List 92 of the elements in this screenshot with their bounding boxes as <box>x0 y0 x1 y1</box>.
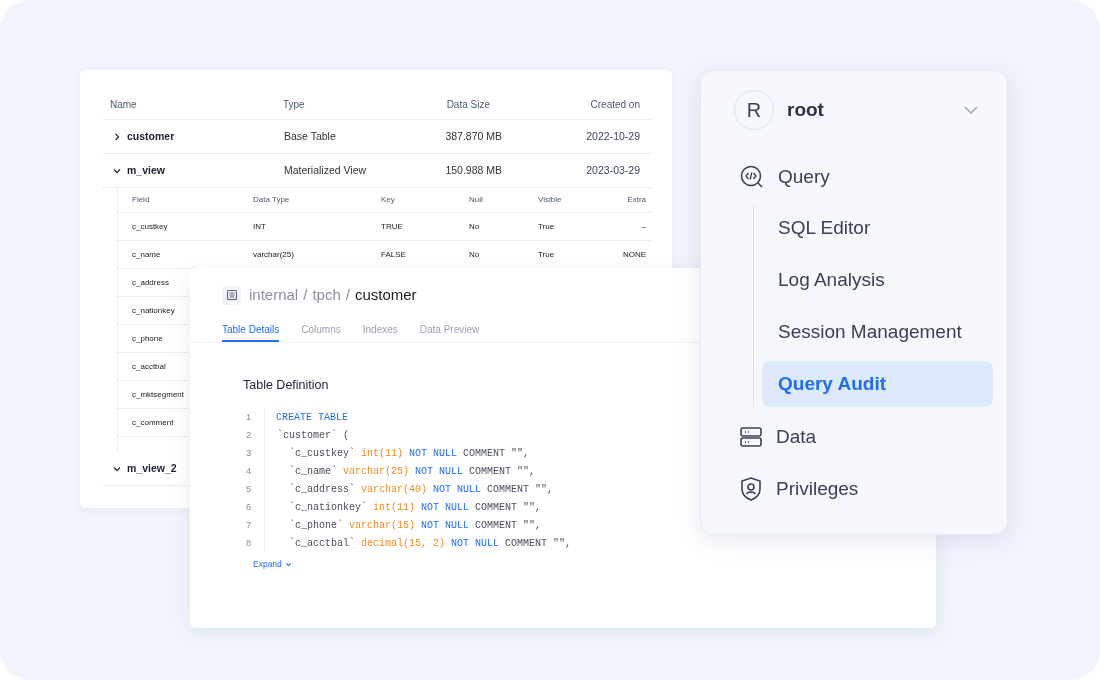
table-cell: INT <box>253 220 266 233</box>
table-cell: c_custkey <box>132 220 168 233</box>
column-header: Data Type <box>253 194 291 206</box>
code-token: int(11) <box>373 500 416 515</box>
line-number: 6 <box>245 499 253 514</box>
line-number: 3 <box>245 445 253 460</box>
column-header: Data Size <box>446 98 491 112</box>
column-header: Extra <box>627 194 647 206</box>
code-token: `c_phone` <box>289 518 343 533</box>
code-token: COMMENT "", <box>475 518 542 533</box>
table-cell-text: – <box>641 220 647 233</box>
code-token: `customer` ( <box>277 428 349 443</box>
table-cell: No <box>469 248 480 261</box>
table-name[interactable]: customer <box>127 128 175 145</box>
table-cell: TRUE <box>381 220 403 233</box>
table-cell: No <box>469 220 480 233</box>
code-token: varchar(15) <box>349 518 416 533</box>
code-token: NOT NULL <box>421 500 470 515</box>
column-header: Created on <box>590 98 641 112</box>
column-header: Field <box>132 194 151 206</box>
document-icon <box>222 285 241 305</box>
code-token: NOT NULL <box>421 518 470 533</box>
column-header: Name <box>109 98 137 112</box>
table-cell: c_comment <box>132 416 174 429</box>
line-number: 4 <box>245 463 253 478</box>
code-search-icon <box>739 164 765 190</box>
nav-item[interactable]: Data <box>715 411 993 463</box>
nav-item[interactable]: Privileges <box>715 463 993 515</box>
expand-link[interactable]: Expand <box>253 558 292 571</box>
code-token: `c_acctbal` <box>289 536 355 551</box>
table-name[interactable]: m_view_2 <box>127 460 177 477</box>
code-token: NOT NULL <box>415 464 464 479</box>
code-token: varchar(25) <box>343 464 410 479</box>
nav-subitem[interactable]: Log Analysis <box>762 257 993 303</box>
column-header: Type <box>282 98 305 112</box>
code-token: `c_address` <box>289 482 355 497</box>
column-header: Null <box>469 194 484 206</box>
avatar: R <box>734 90 774 130</box>
code-token: COMMENT "", <box>505 536 572 551</box>
chevron-down-icon <box>284 560 292 568</box>
table-cell: c_nationkey <box>132 304 175 317</box>
code-token: COMMENT "", <box>463 446 530 461</box>
nav-item[interactable]: Query <box>715 151 993 203</box>
code-token: COMMENT "", <box>469 464 536 479</box>
line-number: 7 <box>245 517 253 532</box>
table-cell: c_phone <box>132 332 163 345</box>
nav-subitem[interactable]: Query Audit <box>762 361 993 407</box>
column-header: Visible <box>538 194 563 206</box>
line-number: 2 <box>245 427 253 442</box>
line-number: 1 <box>245 409 253 424</box>
tab[interactable]: Table Details <box>222 318 280 342</box>
code-token: `c_custkey` <box>289 446 355 461</box>
server-icon <box>739 425 763 449</box>
code-token: decimal(15, 2) <box>361 536 446 551</box>
table-name[interactable]: m_view <box>127 162 165 179</box>
section-title: Table Definition <box>243 377 329 394</box>
code-token: int(11) <box>361 446 404 461</box>
code-token: NOT NULL <box>433 482 482 497</box>
nav-subitem[interactable]: SQL Editor <box>762 205 993 251</box>
breadcrumb-separator: / <box>345 284 350 305</box>
code-token: NOT NULL <box>409 446 458 461</box>
table-cell-text: 2022-10-29 <box>586 128 641 144</box>
table-cell-text: 387.870 MB <box>445 128 502 144</box>
table-cell-text: Materialized View <box>283 162 367 178</box>
table-cell: True <box>538 220 555 233</box>
table-cell: c_name <box>132 248 161 261</box>
table-cell-text: 150.988 MB <box>445 162 502 178</box>
shield-user-icon <box>739 476 763 502</box>
code-token: COMMENT "", <box>475 500 542 515</box>
table-cell: FALSE <box>381 248 406 261</box>
code-token: CREATE TABLE <box>276 410 348 425</box>
breadcrumb-item: customer <box>354 284 417 305</box>
code-token: `c_name` <box>289 464 337 479</box>
column-header: Key <box>381 194 396 206</box>
code-token: NOT NULL <box>451 536 500 551</box>
table-cell: c_address <box>132 276 169 289</box>
code-token: `c_nationkey` <box>289 500 367 515</box>
table-cell: True <box>538 248 555 261</box>
code-token: COMMENT "", <box>487 482 554 497</box>
table-cell-text: 2023-03-29 <box>586 162 641 178</box>
table-cell: c_acctbal <box>132 360 166 373</box>
table-cell-text: Base Table <box>283 128 336 144</box>
table-cell: varchar(25) <box>253 248 294 261</box>
line-number: 8 <box>245 535 253 550</box>
user-name: root <box>787 97 824 122</box>
table-cell: c_mktsegment <box>132 388 185 401</box>
nav-subitem[interactable]: Session Management <box>762 309 993 355</box>
chevron-right-icon[interactable] <box>112 131 122 142</box>
line-number: 5 <box>245 481 253 496</box>
breadcrumb-separator: / <box>303 284 308 305</box>
table-cell-text: NONE <box>622 248 647 261</box>
code-token: varchar(40) <box>361 482 428 497</box>
